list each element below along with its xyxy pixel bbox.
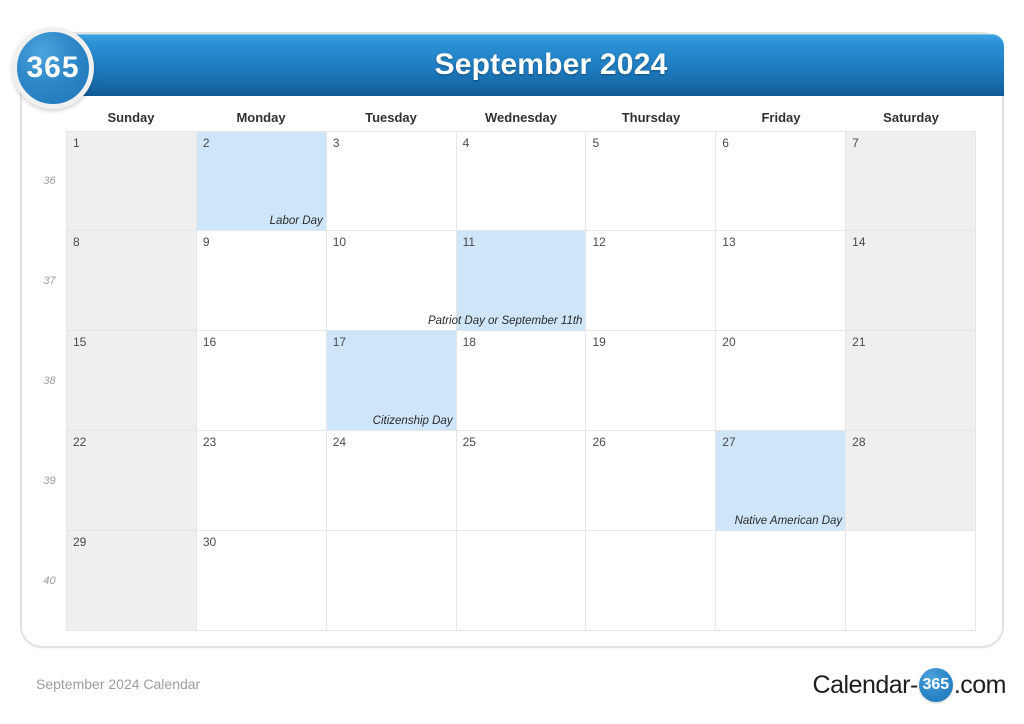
day-number: 2: [202, 136, 210, 150]
day-number: 13: [722, 235, 736, 249]
footer-caption: September 2024 Calendar: [36, 676, 201, 692]
day-cell-23[interactable]: 23: [195, 431, 326, 531]
day-number: 25: [462, 435, 476, 449]
brand-365-badge-icon: 365: [12, 27, 94, 109]
day-number: 15: [73, 335, 87, 349]
calendar-title-bar: September 2024: [32, 34, 1004, 96]
holiday-label: Labor Day: [269, 215, 323, 227]
day-number: 23: [202, 435, 217, 449]
day-number: 1: [73, 136, 80, 150]
logo-circle-label: 365: [922, 676, 950, 693]
day-number: 28: [852, 435, 866, 449]
day-number: 5: [592, 136, 600, 150]
weekday-header-wednesday: Wednesday: [484, 110, 557, 125]
day-number: 29: [73, 535, 87, 549]
weekday-header-saturday: Saturday: [883, 110, 939, 125]
day-number: 14: [852, 235, 866, 249]
day-number: 10: [332, 235, 347, 249]
week-number: 38: [43, 375, 56, 387]
day-number: 16: [202, 335, 217, 349]
page-title: September 2024: [434, 48, 668, 81]
brand-365-badge-label: 365: [26, 51, 80, 84]
day-cell-19[interactable]: 19: [585, 331, 716, 431]
logo-prefix-text: Calendar-: [812, 670, 919, 699]
day-number: 18: [462, 335, 476, 349]
holiday-label: Native American Day: [734, 515, 843, 527]
day-number: 8: [73, 235, 80, 249]
day-cell-empty: [325, 531, 456, 631]
day-cell-11[interactable]: 11 Patriot Day or September 11th: [428, 231, 586, 331]
weekday-header-tuesday: Tuesday: [365, 110, 417, 125]
day-cell-4[interactable]: 4: [455, 131, 586, 231]
day-cell-17[interactable]: 17 Citizenship Day: [325, 331, 456, 431]
day-cell-8[interactable]: 8: [66, 231, 196, 331]
day-number: 11: [462, 235, 476, 249]
day-number: 9: [202, 235, 210, 249]
day-cell-2[interactable]: 2 Labor Day: [195, 131, 326, 231]
day-cell-18[interactable]: 18: [455, 331, 586, 431]
week-number: 37: [43, 275, 56, 287]
day-cell-20[interactable]: 20: [715, 331, 846, 431]
weekday-header-sunday: Sunday: [107, 110, 155, 125]
week-number: 36: [43, 175, 56, 187]
day-number: 22: [73, 435, 87, 449]
day-cell-30[interactable]: 30: [195, 531, 326, 631]
day-number: 27: [722, 435, 736, 449]
day-number: 20: [722, 335, 736, 349]
day-cell-29[interactable]: 29: [66, 531, 196, 631]
day-cell-28[interactable]: 28: [845, 431, 977, 531]
weekday-header-row: Sunday Monday Tuesday Wednesday Thursday Frid…: [66, 110, 976, 130]
week-row: 39 22 23 24 25 26 27 Native American Day 28: [33, 431, 977, 531]
day-number: 24: [332, 435, 347, 449]
day-number: 21: [852, 335, 866, 349]
day-cell-9[interactable]: 9: [195, 231, 326, 331]
day-cell-6[interactable]: 6: [715, 131, 846, 231]
day-cell-12[interactable]: 12: [585, 231, 716, 331]
day-cell-26[interactable]: 26: [585, 431, 716, 531]
day-cell-empty: [455, 531, 586, 631]
logo-suffix-text: .com: [953, 670, 1007, 699]
day-cell-25[interactable]: 25: [455, 431, 586, 531]
calendar-365-logo[interactable]: Calendar- 365 .com: [812, 668, 1007, 702]
day-cell-22[interactable]: 22: [66, 431, 196, 531]
day-number: 6: [722, 136, 729, 150]
week-row: 38 15 16 17 Citizenship Day 18 19 20 21: [33, 331, 977, 431]
week-number: 39: [43, 475, 56, 487]
day-cell-21[interactable]: 21: [845, 331, 977, 431]
day-number: 17: [332, 335, 347, 349]
holiday-label: Citizenship Day: [372, 415, 453, 427]
day-number: 30: [202, 535, 217, 549]
day-number: 12: [592, 235, 606, 249]
day-number: 3: [332, 136, 340, 150]
day-cell-empty: [715, 531, 846, 631]
day-number: 19: [592, 335, 606, 349]
weekday-header-monday: Monday: [236, 110, 286, 125]
week-row: 36 1 2 Labor Day 3 4 5 6 7: [33, 131, 977, 231]
day-cell-24[interactable]: 24: [325, 431, 456, 531]
day-cell-15[interactable]: 15: [66, 331, 196, 431]
day-cell-empty: [845, 531, 977, 631]
day-cell-7[interactable]: 7: [845, 131, 977, 231]
day-number: 7: [852, 136, 859, 150]
weekday-header-friday: Friday: [761, 110, 801, 125]
day-cell-3[interactable]: 3: [325, 131, 456, 231]
day-number: 4: [462, 136, 470, 150]
calendar-page: 365 September 2024 365 SundayMondayTuesd…: [0, 0, 1024, 724]
logo-circle-icon: 365: [918, 668, 953, 702]
week-row: 40 29 30: [33, 531, 977, 631]
day-cell-1[interactable]: 1: [66, 131, 196, 231]
weekday-header-thursday: Thursday: [621, 110, 681, 125]
day-number: 26: [592, 435, 606, 449]
day-cell-empty: [585, 531, 716, 631]
week-row: 37 8 9 10 11 Patriot Day or September 11th 12 1…: [33, 231, 977, 331]
holiday-label: Patriot Day or September 11th: [427, 315, 583, 327]
day-cell-27[interactable]: 27 Native American Day: [715, 431, 846, 531]
day-cell-13[interactable]: 13: [715, 231, 846, 331]
day-cell-16[interactable]: 16: [195, 331, 326, 431]
day-cell-14[interactable]: 14: [845, 231, 977, 331]
day-cell-5[interactable]: 5: [585, 131, 716, 231]
calendar-grid: 36 1 2 Labor Day 3 4 5 6 7 37 8 9 10 11 Patriot Day or…: [33, 131, 977, 631]
week-number: 40: [43, 575, 56, 587]
